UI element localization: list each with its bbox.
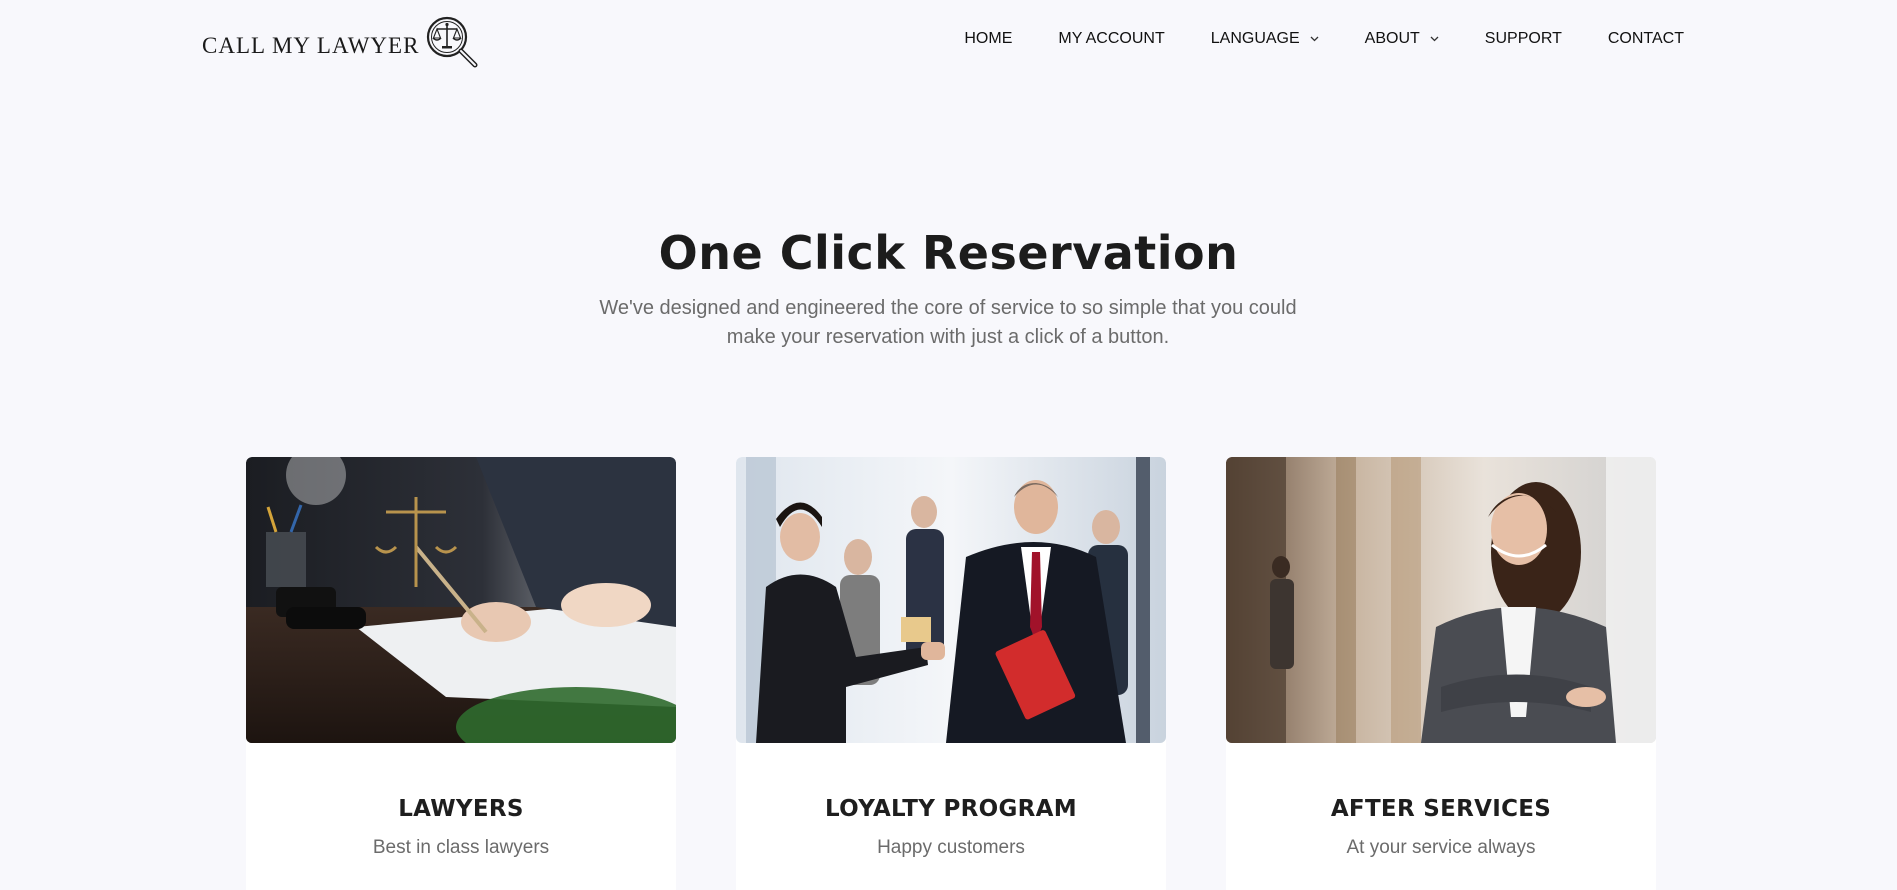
handshake-photo [736,457,1166,743]
scales-magnifier-icon [427,16,478,68]
lawyer-desk-photo [246,457,676,743]
card-title: LAWYERS [398,796,524,822]
site-header: CALL MY LAWYER HOME MY ACCOUNT LANGUAGE [0,0,1897,86]
card-title: LOYALTY PROGRAM [825,796,1077,822]
nav-about-label: ABOUT [1364,30,1420,47]
hero-subtitle: We've designed and engineered the core o… [599,297,1297,348]
hero-title: One Click Reservation [658,226,1239,280]
nav-language-label: LANGUAGE [1210,30,1300,47]
nav-my-account[interactable]: MY ACCOUNT [1058,30,1164,48]
card-subtitle: Happy customers [877,837,1025,858]
card-lawyers[interactable]: LAWYERS Best in class lawyers [246,457,676,890]
logo-text: CALL MY LAWYER [202,33,420,58]
chevron-down-icon [1430,36,1439,42]
card-subtitle: At your service always [1346,837,1536,858]
card-after-services[interactable]: AFTER SERVICES At your service always [1226,457,1656,890]
site-logo[interactable]: CALL MY LAWYER [202,14,481,72]
nav-contact-label: CONTACT [1607,30,1684,47]
nav-home-label: HOME [964,30,1013,47]
main-nav: HOME MY ACCOUNT LANGUAGE ABOUT SUPPORT C… [964,30,1684,48]
nav-home[interactable]: HOME [964,30,1012,48]
nav-support-label: SUPPORT [1484,30,1562,47]
businesswoman-photo [1226,457,1656,743]
chevron-down-icon [1310,36,1319,42]
nav-language[interactable]: LANGUAGE [1211,30,1319,48]
card-subtitle: Best in class lawyers [372,837,550,858]
nav-about[interactable]: ABOUT [1365,30,1439,48]
nav-contact[interactable]: CONTACT [1608,30,1684,48]
nav-support[interactable]: SUPPORT [1485,30,1562,48]
nav-my-account-label: MY ACCOUNT [1058,30,1165,47]
card-loyalty-program[interactable]: LOYALTY PROGRAM Happy customers [736,457,1166,890]
card-title: AFTER SERVICES [1330,796,1552,822]
